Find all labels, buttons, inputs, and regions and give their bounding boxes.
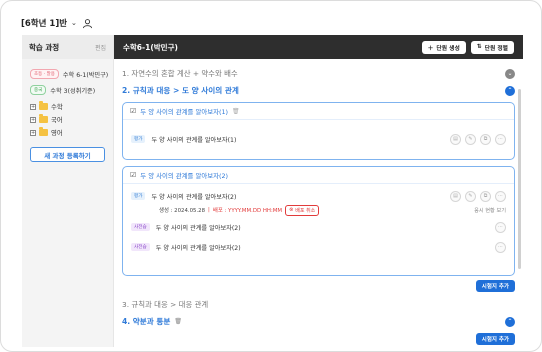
- share-icon[interactable]: ⋯: [495, 133, 506, 145]
- lesson-row: 사전습 두 양 사이의 관계를 알아보자(2) ⋯: [123, 237, 514, 257]
- course-name: 수학 6-1(박민구): [62, 71, 109, 79]
- header-buttons: ＋ 단원 생성 ⇅ 단원 정렬: [421, 40, 514, 54]
- edit-icon[interactable]: ✎: [465, 190, 476, 202]
- meta-separator: |: [208, 207, 210, 213]
- meta-created: 생성 : 2024.05.28: [159, 208, 206, 214]
- chevron-up-icon[interactable]: ⌃: [505, 85, 515, 96]
- folder-icon: [39, 101, 48, 110]
- sidebar-course-item[interactable]: 중국 수학 3(성취기준): [22, 83, 113, 97]
- row-tag: 사전습: [131, 243, 150, 251]
- cancel-publish-label: 배포 취소: [295, 207, 316, 214]
- unit-label: 2. 규칙과 대응 > 도 양 사이의 관계: [122, 86, 239, 95]
- add-lesson-button[interactable]: 시험지 추가: [475, 280, 515, 292]
- lesson-row: 평가 두 양 사이의 관계를 알아보자(2) ▤ ✎ ⧉ ⋯: [123, 189, 514, 203]
- page-title: 수학6-1(박민구): [123, 42, 178, 52]
- unit-row-active[interactable]: 4. 약분과 통분 🗑 ⌃: [122, 313, 515, 330]
- sidebar-header: 학습 과정 편집: [22, 35, 113, 59]
- cancel-publish-button[interactable]: ⊗ 배포 취소: [285, 204, 320, 216]
- edit-check-icon: ☑: [130, 171, 137, 179]
- lesson-row: 평가 두 양 사이의 관계를 알아보자(1) ▤ ✎ ⧉ ⋯: [123, 120, 514, 158]
- share-icon[interactable]: ⋯: [495, 241, 506, 253]
- edit-icon[interactable]: ✎: [465, 133, 476, 145]
- chevron-down-icon: ⌄: [71, 19, 77, 27]
- row-actions: ▤ ✎ ⧉ ⋯: [450, 190, 506, 202]
- lesson-card-header[interactable]: ☑ 두 양 사이의 관계를 알아보자(2): [123, 167, 514, 184]
- plus-icon: ＋: [427, 45, 434, 52]
- row-text: 두 양 사이의 관계를 알아보자(2): [155, 244, 241, 252]
- unit-label: 3. 규칙과 대응 > 대응 관계: [122, 300, 209, 309]
- share-icon[interactable]: ⋯: [495, 221, 506, 233]
- sidebar-edit-button[interactable]: 편집: [95, 43, 106, 52]
- unit-label: 1. 자연수의 혼합 계산 + 약수와 배수: [122, 69, 238, 78]
- row-tag: 평가: [131, 192, 146, 200]
- lesson-title: 두 양 사이의 관계를 알아보자(1): [140, 107, 229, 116]
- sort-unit-label: 단원 정렬: [484, 45, 508, 52]
- meta-publish: 배포 : YYYY.MM.DD HH:MM: [212, 208, 283, 214]
- row-text: 두 양 사이의 관계를 알아보자(1): [151, 136, 237, 144]
- app-frame: [6학년 1]반 ⌄ 학습 과정 편집 초등 · 말용 수학 6-1(박민구) …: [0, 0, 542, 352]
- lesson-title: 두 양 사이의 관계를 알아보자(2): [140, 171, 229, 180]
- main-header: 수학6-1(박민구) ＋ 단원 생성 ⇅ 단원 정렬: [114, 35, 523, 59]
- unit-label: 4. 약분과 통분: [122, 317, 171, 326]
- document-icon[interactable]: ▤: [450, 133, 461, 145]
- unit-label-row: 4. 약분과 통분 🗑: [122, 316, 182, 327]
- row-text: 두 양 사이의 관계를 알아보자(2): [155, 224, 241, 232]
- sidebar-title: 학습 과정: [29, 42, 60, 52]
- copy-icon[interactable]: ⧉: [480, 133, 491, 145]
- main-panel: 수학6-1(박민구) ＋ 단원 생성 ⇅ 단원 정렬 1. 자연수의 혼합 계산…: [114, 35, 523, 347]
- folder-label: 국어: [51, 116, 63, 124]
- sidebar-folder-math[interactable]: + 수학: [22, 100, 113, 113]
- folder-icon: [39, 127, 48, 136]
- new-course-button[interactable]: 새 과정 등록하기: [30, 147, 105, 162]
- share-icon[interactable]: ⋯: [495, 190, 506, 202]
- course-tag: 초등 · 말용: [30, 69, 59, 79]
- row-text: 두 양 사이의 관계를 알아보자(2): [151, 193, 237, 201]
- chevron-up-icon[interactable]: ⌃: [505, 316, 515, 327]
- row-tag: 평가: [131, 135, 146, 143]
- cancel-icon: ⊗: [289, 207, 294, 213]
- sidebar-folder-english[interactable]: + 영어: [22, 126, 113, 139]
- trash-icon[interactable]: 🗑: [174, 318, 182, 325]
- lesson-card: ☑ 두 양 사이의 관계를 알아보자(1) 🗑 평가 두 양 사이의 관계를 알…: [122, 102, 515, 160]
- view-status-link[interactable]: 응시 현황 보기: [474, 207, 506, 214]
- lesson-meta: 생성 : 2024.05.28 | 배포 : YYYY.MM.DD HH:MM …: [159, 204, 320, 216]
- unit-row[interactable]: 1. 자연수의 혼합 계산 + 약수와 배수 ⌄: [122, 65, 515, 82]
- unit-row[interactable]: 3. 규칙과 대응 > 대응 관계: [122, 296, 515, 313]
- folder-label: 영어: [51, 129, 63, 137]
- lesson-card: ☑ 두 양 사이의 관계를 알아보자(2) 평가 두 양 사이의 관계를 알아보…: [122, 166, 515, 276]
- sort-unit-button[interactable]: ⇅ 단원 정렬: [470, 40, 514, 54]
- expand-icon[interactable]: +: [30, 103, 36, 110]
- lesson-card-header[interactable]: ☑ 두 양 사이의 관계를 알아보자(1) 🗑: [123, 103, 514, 120]
- edit-check-icon: ☑: [130, 107, 137, 115]
- course-name: 수학 3(성취기준): [50, 87, 96, 95]
- sort-icon: ⇅: [476, 44, 482, 50]
- folder-icon: [39, 114, 48, 123]
- add-lesson-button[interactable]: 시험지 추가: [475, 333, 515, 345]
- top-bar: [6학년 1]반 ⌄: [21, 15, 93, 31]
- copy-icon[interactable]: ⧉: [480, 190, 491, 202]
- class-selector[interactable]: [6학년 1]반 ⌄: [21, 17, 77, 29]
- scrollbar[interactable]: [518, 89, 521, 269]
- lesson-row: 사전습 두 양 사이의 관계를 알아보자(2) ⋯: [123, 217, 514, 237]
- row-tag: 사전습: [131, 223, 150, 231]
- trash-icon[interactable]: 🗑: [232, 108, 240, 115]
- unit-row-active[interactable]: 2. 규칙과 대응 > 도 양 사이의 관계 ⌃: [122, 82, 515, 99]
- unit-list: 1. 자연수의 혼합 계산 + 약수와 배수 ⌄ 2. 규칙과 대응 > 도 양…: [114, 59, 523, 347]
- expand-icon[interactable]: +: [30, 116, 36, 123]
- sidebar: 학습 과정 편집 초등 · 말용 수학 6-1(박민구) 중국 수학 3(성취기…: [22, 35, 114, 347]
- create-unit-label: 단원 생성: [436, 45, 460, 52]
- folder-label: 수학: [51, 103, 63, 111]
- create-unit-button[interactable]: ＋ 단원 생성: [421, 40, 466, 54]
- course-tag: 중국: [30, 85, 47, 95]
- document-icon[interactable]: ▤: [450, 190, 461, 202]
- expand-icon[interactable]: +: [30, 129, 36, 136]
- sidebar-folder-korean[interactable]: + 국어: [22, 113, 113, 126]
- user-icon[interactable]: [82, 18, 93, 29]
- class-selector-label: [6학년 1]반: [21, 19, 68, 29]
- lesson-meta-row: 생성 : 2024.05.28 | 배포 : YYYY.MM.DD HH:MM …: [123, 203, 514, 217]
- sidebar-course-item[interactable]: 초등 · 말용 수학 6-1(박민구): [22, 67, 113, 81]
- row-actions: ▤ ✎ ⧉ ⋯: [450, 133, 506, 145]
- chevron-down-icon[interactable]: ⌄: [505, 68, 515, 79]
